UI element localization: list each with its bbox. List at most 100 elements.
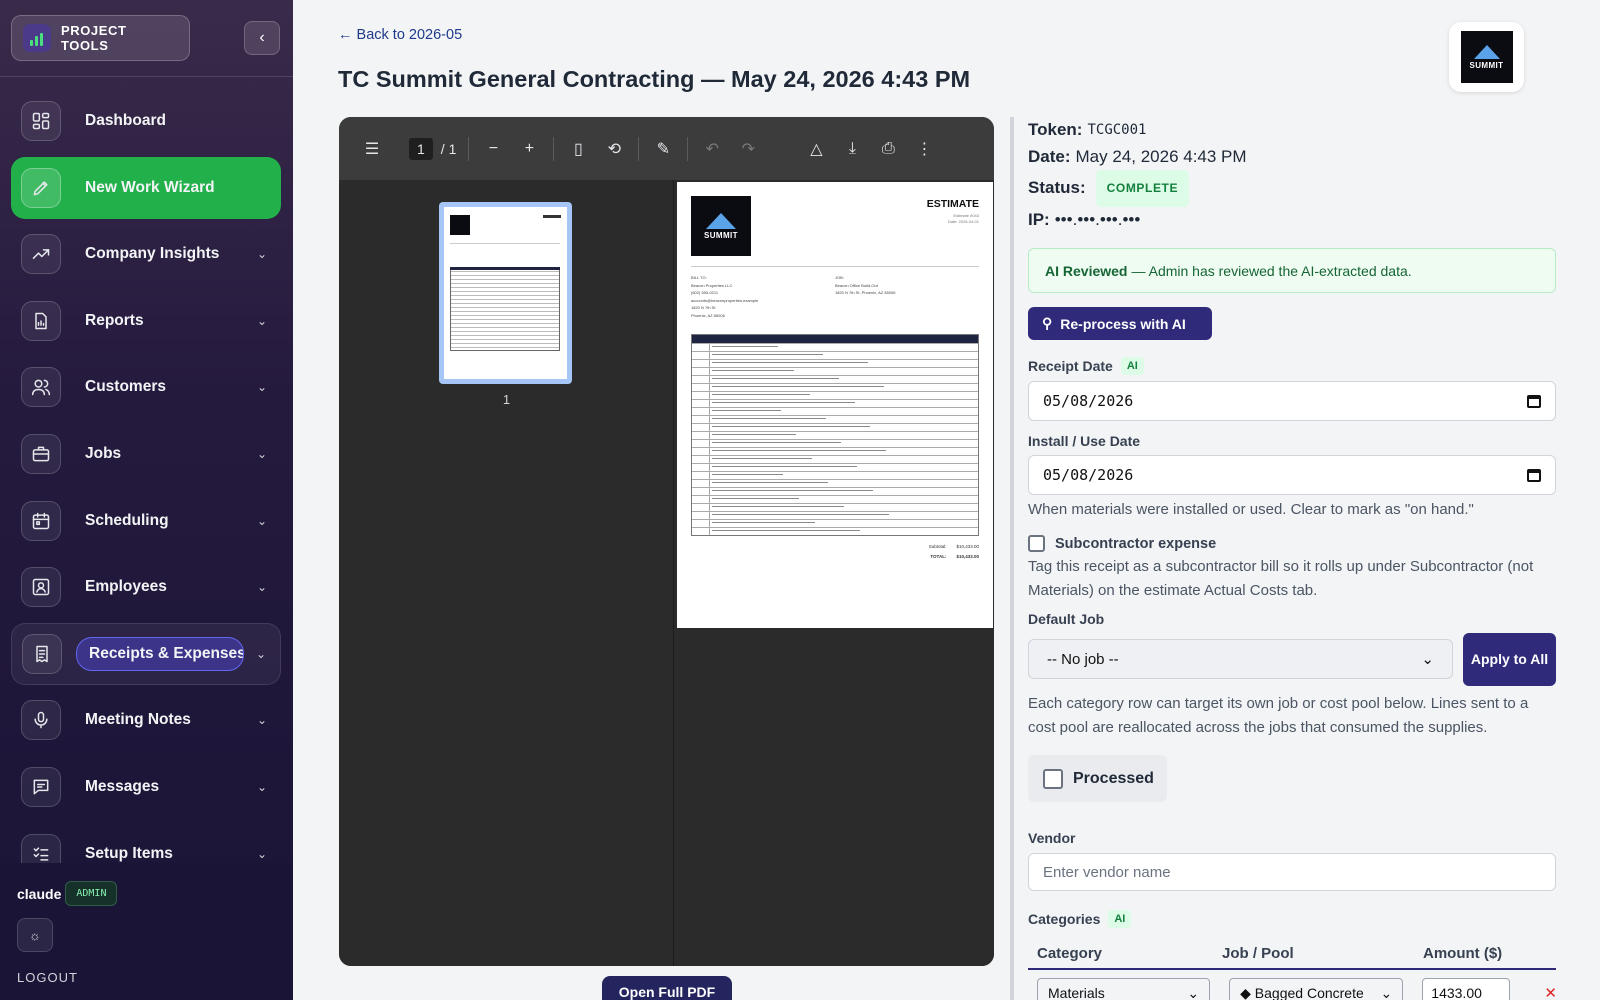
remove-row-icon[interactable]: ✕ [1544, 984, 1557, 1000]
id-card-icon [21, 567, 61, 608]
sidebar-item-label: New Work Wizard [85, 178, 215, 196]
receipt-details-panel: Token: TCGC001 Date: May 24, 2026 4:43 P… [1010, 117, 1557, 1000]
subcontractor-checkbox[interactable] [1028, 535, 1045, 552]
sidebar-item-scheduling[interactable]: Scheduling ⌄ [11, 490, 281, 552]
default-job-select[interactable]: -- No job -- ⌄ [1028, 639, 1453, 679]
table-row: Materials ⌄ ◆ Bagged Concrete ⌄ 1433.00 ✕ [1028, 978, 1557, 1000]
annotate-icon[interactable]: ✎ [645, 131, 681, 167]
apply-to-all-button[interactable]: Apply to All [1463, 633, 1556, 686]
vendor-input[interactable]: Enter vendor name [1028, 853, 1556, 891]
doc-table-header [692, 335, 978, 343]
default-job-value: -- No job -- [1047, 650, 1119, 668]
doc-table-row [692, 343, 978, 351]
doc-title: ESTIMATE [926, 198, 979, 210]
download-icon[interactable]: ⤓ [834, 131, 870, 167]
sidebar-item-dashboard[interactable]: Dashboard [11, 90, 281, 152]
date-label: Date: [1028, 146, 1071, 166]
brand-row: PROJECT TOOLS ‹ [0, 0, 293, 77]
sidebar-item-label: Setup Items [85, 844, 173, 862]
ai-reviewed-notice: AI Reviewed — Admin has reviewed the AI-… [1028, 248, 1556, 293]
receipt-date-input[interactable]: 05/08/2026 [1028, 381, 1556, 421]
doc-line: JOB: [835, 275, 844, 280]
sidebar-item-new-work-wizard[interactable]: New Work Wizard [11, 156, 281, 219]
doc-logo-text: SUMMIT [704, 230, 738, 240]
doc-table-row [692, 407, 978, 415]
chevron-left-icon[interactable]: ‹ [244, 21, 280, 55]
status-badge: COMPLETE [1095, 170, 1190, 207]
pdf-page-area: SUMMIT ESTIMATE Estimate #043 Date: 2026… [675, 180, 994, 966]
menu-icon[interactable]: ☰ [354, 131, 390, 167]
amount-input[interactable]: 1433.00 [1422, 978, 1511, 1000]
sidebar-item-jobs[interactable]: Jobs ⌄ [11, 423, 281, 485]
reprocess-ai-button[interactable]: ⚲ Re-process with AI [1028, 307, 1212, 340]
logout-link[interactable]: LOGOUT [17, 970, 276, 985]
more-vertical-icon[interactable]: ⋮ [906, 131, 942, 167]
zoom-out-icon[interactable]: − [475, 131, 511, 167]
fit-page-icon[interactable]: ▯ [560, 131, 596, 167]
doc-line: 1820 N 7th St [691, 305, 716, 310]
sidebar-item-customers[interactable]: Customers ⌄ [11, 356, 281, 418]
thumbnail-panel: 1 [339, 180, 674, 966]
sidebar-item-label: Customers [85, 378, 166, 396]
category-value: Materials [1048, 985, 1105, 1000]
doc-line: 1820 N 7th St, Phoenix, AZ 85006 [835, 290, 896, 295]
chevron-down-icon: ⌄ [256, 513, 267, 528]
drive-icon[interactable]: △ [798, 131, 834, 167]
sun-icon[interactable]: ☼ [17, 918, 53, 952]
sidebar-item-label: Dashboard [85, 112, 166, 129]
column-header-amount: Amount ($) [1423, 944, 1503, 962]
back-link[interactable]: ← Back to 2026-05 [338, 27, 462, 43]
sidebar-item-employees[interactable]: Employees ⌄ [11, 556, 281, 618]
install-date-input[interactable]: 05/08/2026 [1028, 455, 1556, 495]
processed-toggle[interactable]: Processed [1028, 755, 1167, 802]
ai-reviewed-text: — Admin has reviewed the AI-extracted da… [1131, 262, 1412, 279]
undo-icon[interactable]: ↶ [694, 131, 730, 167]
zoom-in-icon[interactable]: + [511, 131, 547, 167]
receipt-date-label: Receipt Date AI [1028, 357, 1557, 375]
page-number-input[interactable]: 1 [409, 137, 433, 160]
chevron-down-icon: ⌄ [256, 779, 267, 794]
calendar-icon[interactable] [1527, 468, 1541, 482]
brand-button[interactable]: PROJECT TOOLS [11, 15, 190, 61]
print-icon[interactable]: ⎙ [870, 131, 906, 167]
receipt-date-value: 05/08/2026 [1043, 392, 1134, 410]
doc-totals: Subtotal: $10,433.00 TOTAL: $10,433.00 [929, 542, 979, 562]
doc-table-row [692, 447, 978, 455]
default-job-label: Default Job [1028, 611, 1105, 627]
sidebar-item-reports[interactable]: Reports ⌄ [11, 290, 281, 352]
rotate-icon[interactable]: ⟲ [596, 131, 632, 167]
ip-value: •••.•••.•••.••• [1054, 209, 1141, 229]
thumbnail-page-image [444, 207, 567, 379]
doc-bill-to: BILL TO: Beacon Properties LLC (602) 555… [691, 274, 758, 319]
token-label: Token: [1028, 120, 1083, 139]
calendar-icon[interactable] [1527, 394, 1541, 408]
category-select[interactable]: Materials ⌄ [1037, 978, 1211, 1000]
page-thumbnail[interactable] [439, 202, 572, 384]
sidebar-item-company-insights[interactable]: Company Insights ⌄ [11, 223, 281, 285]
sidebar-item-meeting-notes[interactable]: Meeting Notes ⌄ [11, 689, 281, 751]
doc-table-row [692, 415, 978, 423]
trending-up-icon [21, 234, 61, 275]
total-value: $10,433.00 [956, 554, 979, 559]
pdf-viewer: ☰ 1 / 1 − + ▯ ⟲ ✎ ↶ ↷ △ ⤓ ⎙ ⋮ 1 SUMMIT E… [339, 117, 994, 966]
doc-table-row [692, 359, 978, 367]
doc-table-row [692, 495, 978, 503]
page-total: / 1 [440, 140, 457, 157]
sidebar-item-receipts-expenses[interactable]: Receipts & Expenses ⌄ [11, 622, 281, 685]
chart-logo-icon [23, 24, 51, 52]
chevron-down-icon: ⌄ [256, 846, 267, 861]
pdf-toolbar: ☰ 1 / 1 − + ▯ ⟲ ✎ ↶ ↷ △ ⤓ ⎙ ⋮ [339, 117, 994, 180]
processed-checkbox[interactable] [1043, 768, 1063, 789]
doc-table-row [692, 527, 978, 535]
mountain-logo-icon: SUMMIT [691, 196, 751, 256]
sidebar-item-messages[interactable]: Messages ⌄ [11, 756, 281, 818]
doc-meta-line: Date: 2026-04-01 [947, 219, 979, 224]
robot-icon: ⚲ [1042, 315, 1053, 331]
redo-icon[interactable]: ↷ [730, 131, 766, 167]
message-icon [21, 766, 61, 807]
subtotal-label: Subtotal: [928, 544, 947, 549]
open-full-pdf-button[interactable]: Open Full PDF [602, 976, 732, 1000]
label-text: Receipt Date [1028, 358, 1113, 374]
job-pool-select[interactable]: ◆ Bagged Concrete ⌄ [1229, 978, 1404, 1000]
job-hint: Each category row can target its own job… [1028, 695, 1529, 736]
